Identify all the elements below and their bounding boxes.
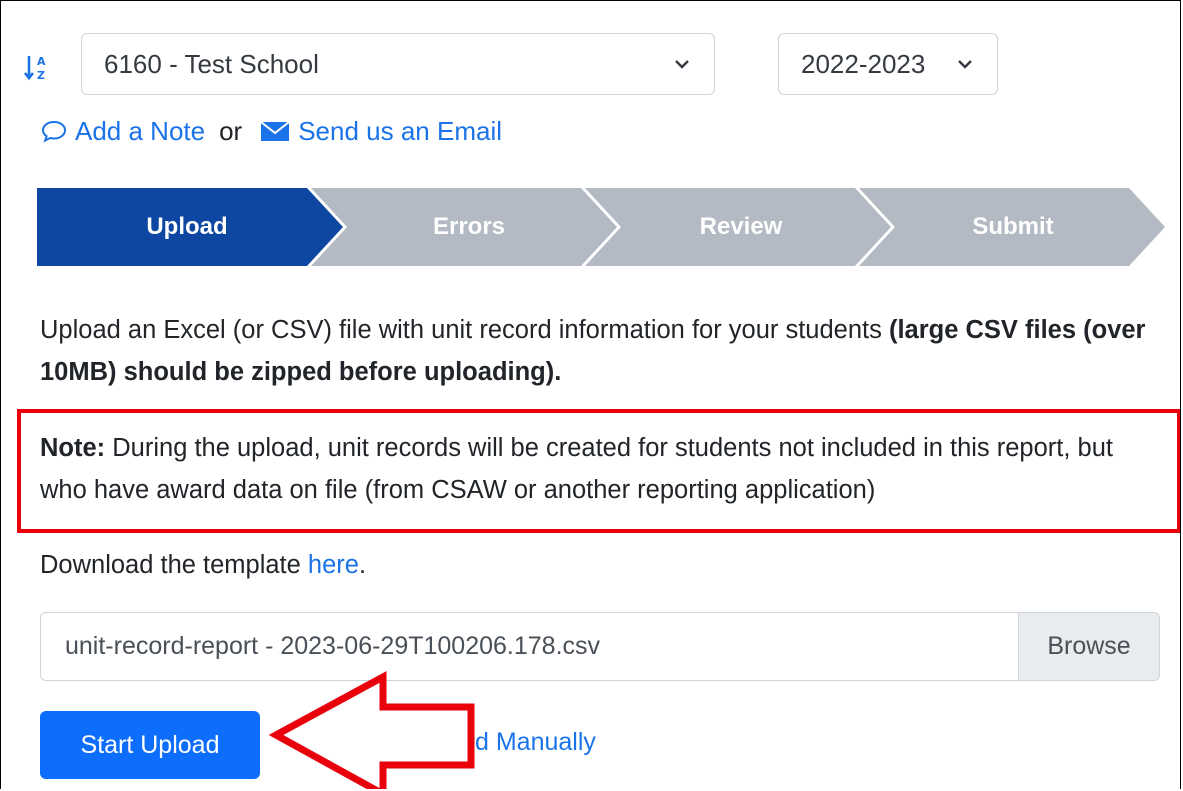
note-label: Note: bbox=[40, 434, 106, 462]
envelope-icon bbox=[260, 121, 290, 141]
progress-stepper: Upload Errors Review Submit bbox=[37, 188, 1167, 266]
school-select-value: 6160 - Test School bbox=[104, 48, 319, 79]
svg-text:A: A bbox=[37, 55, 46, 68]
browse-button[interactable]: Browse bbox=[1018, 613, 1159, 680]
upload-panel: A Z 6160 - Test School 2022-2023 Add a N… bbox=[0, 0, 1181, 789]
step-errors[interactable]: Errors bbox=[369, 188, 569, 266]
chevron-down-icon bbox=[958, 60, 972, 69]
template-download: Download the template here. bbox=[40, 544, 1165, 586]
file-input[interactable]: unit-record-report - 2023-06-29T100206.1… bbox=[40, 612, 1160, 681]
upload-instructions: Upload an Excel (or CSV) file with unit … bbox=[40, 309, 1165, 393]
sort-alpha-down-icon[interactable]: A Z bbox=[23, 53, 51, 81]
red-arrow-annotation bbox=[268, 671, 475, 789]
step-submit[interactable]: Submit bbox=[913, 188, 1113, 266]
year-select[interactable]: 2022-2023 bbox=[778, 33, 998, 95]
year-select-value: 2022-2023 bbox=[801, 48, 926, 79]
upload-note: Note: During the upload, unit records wi… bbox=[40, 427, 1165, 511]
instructions-text: Upload an Excel (or CSV) file with unit … bbox=[40, 316, 889, 344]
school-select[interactable]: 6160 - Test School bbox=[81, 33, 715, 95]
svg-text:Z: Z bbox=[37, 69, 45, 81]
add-note-link[interactable]: Add a Note bbox=[75, 116, 205, 147]
note-text: During the upload, unit records will be … bbox=[40, 434, 1113, 504]
start-upload-button[interactable]: Start Upload bbox=[40, 711, 260, 779]
step-review[interactable]: Review bbox=[641, 188, 841, 266]
template-prefix: Download the template bbox=[40, 551, 308, 579]
or-text: or bbox=[219, 115, 243, 146]
template-suffix: . bbox=[358, 551, 367, 579]
chevron-down-icon bbox=[675, 60, 689, 69]
template-here-link[interactable]: here bbox=[308, 551, 359, 579]
send-email-link[interactable]: Send us an Email bbox=[298, 116, 502, 147]
add-manually-link[interactable]: d Manually bbox=[475, 728, 596, 757]
file-name: unit-record-report - 2023-06-29T100206.1… bbox=[65, 632, 601, 660]
speech-bubble-icon bbox=[41, 120, 67, 143]
step-upload[interactable]: Upload bbox=[97, 188, 277, 266]
note-email-row: Add a Note or Send us an Email bbox=[41, 113, 502, 149]
